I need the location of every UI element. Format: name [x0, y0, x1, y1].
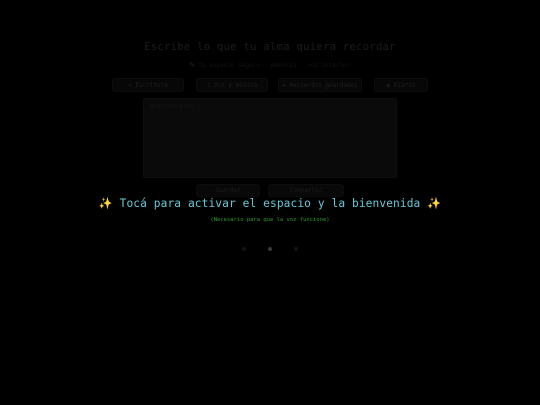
share-button[interactable]: Compartir: [268, 184, 344, 197]
tab-escritura[interactable]: ✎ Escritura: [112, 78, 184, 92]
tab-recuerdos[interactable]: ❖ Recuerdos guardados: [278, 78, 362, 92]
voice-requirement-note: (Necesario para que la voz funcione): [210, 217, 330, 223]
indicator-dot: [242, 247, 247, 251]
tab-voz-musica[interactable]: ♪ Voz y música: [196, 78, 268, 92]
action-buttons: Guardar Compartir: [196, 184, 346, 197]
page-title: Escribe lo que tu alma quiera recordar: [144, 41, 396, 53]
memory-textarea[interactable]: Querida alma...: [143, 98, 397, 178]
page-indicator: [0, 236, 540, 251]
subtitle-text: tu espacio seguro · memoria · voz interi…: [198, 62, 351, 69]
pen-icon: ✎: [189, 60, 195, 69]
mode-toolbar: ✎ Escritura ♪ Voz y música ❖ Recuerdos g…: [112, 78, 428, 92]
sparkles-icon: ✨: [98, 197, 113, 210]
activate-label: Tocá para activar el espacio y la bienve…: [119, 197, 421, 210]
save-button[interactable]: Guardar: [196, 184, 260, 197]
tab-diario[interactable]: ◉ Diario: [374, 78, 428, 92]
sparkles-icon: ✨: [427, 197, 442, 210]
activate-space-button[interactable]: ✨ Tocá para activar el espacio y la bien…: [0, 197, 540, 210]
indicator-dot-active: [268, 247, 272, 251]
indicator-dot: [293, 247, 298, 251]
page-subtitle: ✎ tu espacio seguro · memoria · voz inter…: [0, 60, 540, 69]
